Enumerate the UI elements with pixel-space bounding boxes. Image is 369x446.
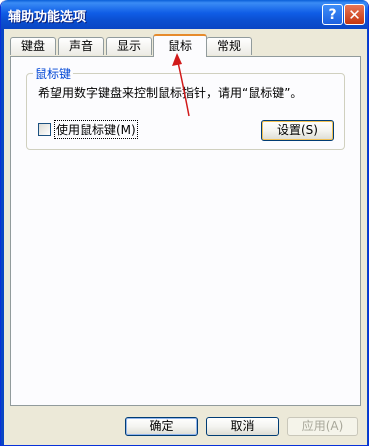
settings-button[interactable]: 设置(S) — [261, 120, 334, 141]
window-title: 辅助功能选项 — [8, 10, 87, 25]
checkbox-box[interactable] — [38, 122, 51, 136]
tab-mouse[interactable]: 鼠标 — [153, 34, 207, 57]
mouse-keys-group: 鼠标键 希望用数字键盘来控制鼠标指针，请用“鼠标键”。 使用鼠标键(M) 设置(… — [26, 65, 345, 150]
ok-button[interactable]: 确定 — [125, 417, 198, 436]
tab-keyboard[interactable]: 键盘 — [10, 37, 56, 55]
close-icon[interactable]: ✕ — [344, 4, 365, 25]
apply-button[interactable]: 应用(A) — [287, 417, 358, 436]
mouse-keys-description: 希望用数字键盘来控制鼠标指针，请用“鼠标键”。 — [38, 86, 303, 100]
window-border-left — [1, 29, 4, 445]
dialog-window: 辅助功能选项 ? ✕ 键盘 声音 显示 鼠标 常规 鼠标键 希望用数字键盘来控制… — [0, 0, 369, 446]
tab-panel-mouse: 鼠标键 希望用数字键盘来控制鼠标指针，请用“鼠标键”。 使用鼠标键(M) 设置(… — [10, 56, 361, 406]
group-title: 鼠标键 — [33, 65, 74, 82]
cancel-button[interactable]: 取消 — [206, 417, 279, 436]
tab-general[interactable]: 常规 — [206, 37, 252, 55]
title-bar[interactable]: 辅助功能选项 ? ✕ — [1, 0, 368, 29]
help-icon[interactable]: ? — [322, 4, 343, 25]
tab-sound[interactable]: 声音 — [58, 37, 104, 55]
use-mouse-keys-checkbox[interactable]: 使用鼠标键(M) — [38, 119, 138, 139]
tab-display[interactable]: 显示 — [106, 37, 152, 55]
checkbox-label[interactable]: 使用鼠标键(M) — [54, 119, 138, 139]
